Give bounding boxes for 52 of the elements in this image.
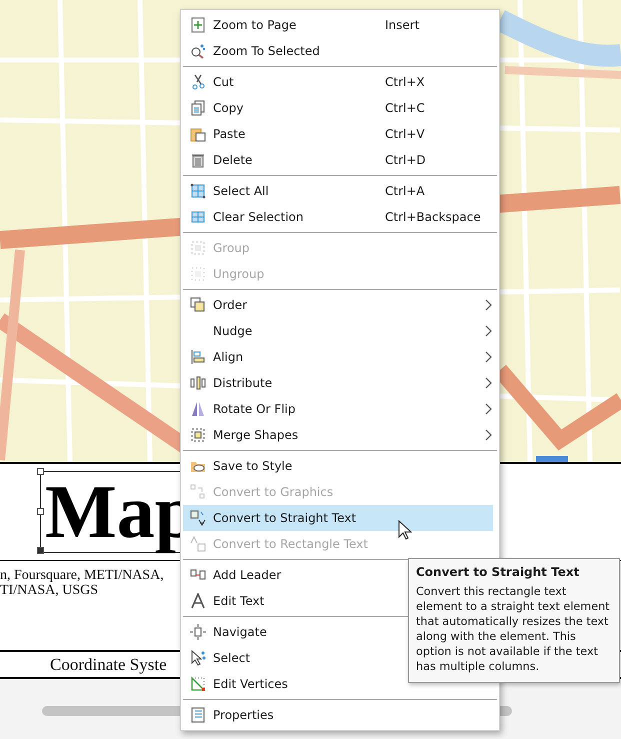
pointer-icon — [190, 650, 206, 666]
menu-item[interactable]: Select All Ctrl+A — [183, 178, 493, 204]
menu-item[interactable]: Align — [183, 344, 493, 370]
grid-icon — [190, 209, 206, 225]
group-icon — [190, 240, 206, 256]
menu-item[interactable]: Cut Ctrl+X — [183, 69, 493, 95]
menu-item[interactable]: Convert to Straight Text — [183, 505, 493, 531]
menu-item[interactable]: Merge Shapes — [183, 422, 493, 448]
merge-squares-icon — [190, 427, 206, 443]
convert-icon — [190, 484, 206, 500]
chevron-right-icon — [485, 403, 493, 415]
credits-text: n, Foursquare, METI/NASA, — [0, 568, 164, 583]
menu-item[interactable]: Distribute — [183, 370, 493, 396]
coordinate-system-text: Coordinate Syste — [50, 654, 167, 674]
ungroup-icon — [190, 266, 206, 282]
chevron-right-icon — [485, 377, 493, 389]
menu-item[interactable]: Rotate Or Flip — [183, 396, 493, 422]
copy-icon — [190, 100, 206, 116]
vertices-icon — [190, 676, 206, 692]
tooltip-title: Convert to Straight Text — [416, 565, 580, 579]
text-convert-icon — [190, 510, 206, 526]
tooltip-text: Convert this rectangle text element to a straight text element that automatically resizes the text along with the element. This option is not available if the text has multiple columns. — [416, 584, 611, 674]
credits-text: TI/NASA, USGS — [0, 583, 98, 598]
chevron-right-icon — [485, 351, 493, 363]
chevron-right-icon — [485, 299, 493, 311]
menu-item[interactable]: Zoom to Page Insert — [183, 12, 493, 38]
resize-handle[interactable] — [37, 547, 44, 554]
magnifier-icon — [190, 43, 206, 59]
resize-handle[interactable] — [37, 468, 44, 475]
chevron-right-icon — [485, 325, 493, 337]
layers-icon — [190, 297, 206, 313]
chevron-right-icon — [485, 429, 493, 441]
menu-item[interactable]: Delete Ctrl+D — [183, 147, 493, 173]
trash-icon — [190, 152, 206, 168]
menu-item[interactable]: Clear Selection Ctrl+Backspace — [183, 204, 493, 230]
text-convert-icon — [190, 536, 206, 552]
menu-item[interactable]: Copy Ctrl+C — [183, 95, 493, 121]
mouse-cursor-icon — [398, 520, 412, 540]
menu-item[interactable]: Order — [183, 292, 493, 318]
properties-icon — [190, 707, 206, 723]
menu-item[interactable]: Nudge — [183, 318, 493, 344]
resize-handle[interactable] — [37, 508, 44, 515]
distribute-icon — [190, 375, 206, 391]
menu-item[interactable]: Zoom To Selected — [183, 38, 493, 64]
navigate-icon — [190, 624, 206, 640]
edit-text-icon — [190, 593, 206, 609]
flip-triangles-icon — [190, 401, 206, 417]
menu-item[interactable]: Paste Ctrl+V — [183, 121, 493, 147]
scissors-icon — [190, 74, 206, 90]
align-icon — [190, 349, 206, 365]
grid-select-icon — [190, 183, 206, 199]
paste-icon — [190, 126, 206, 142]
